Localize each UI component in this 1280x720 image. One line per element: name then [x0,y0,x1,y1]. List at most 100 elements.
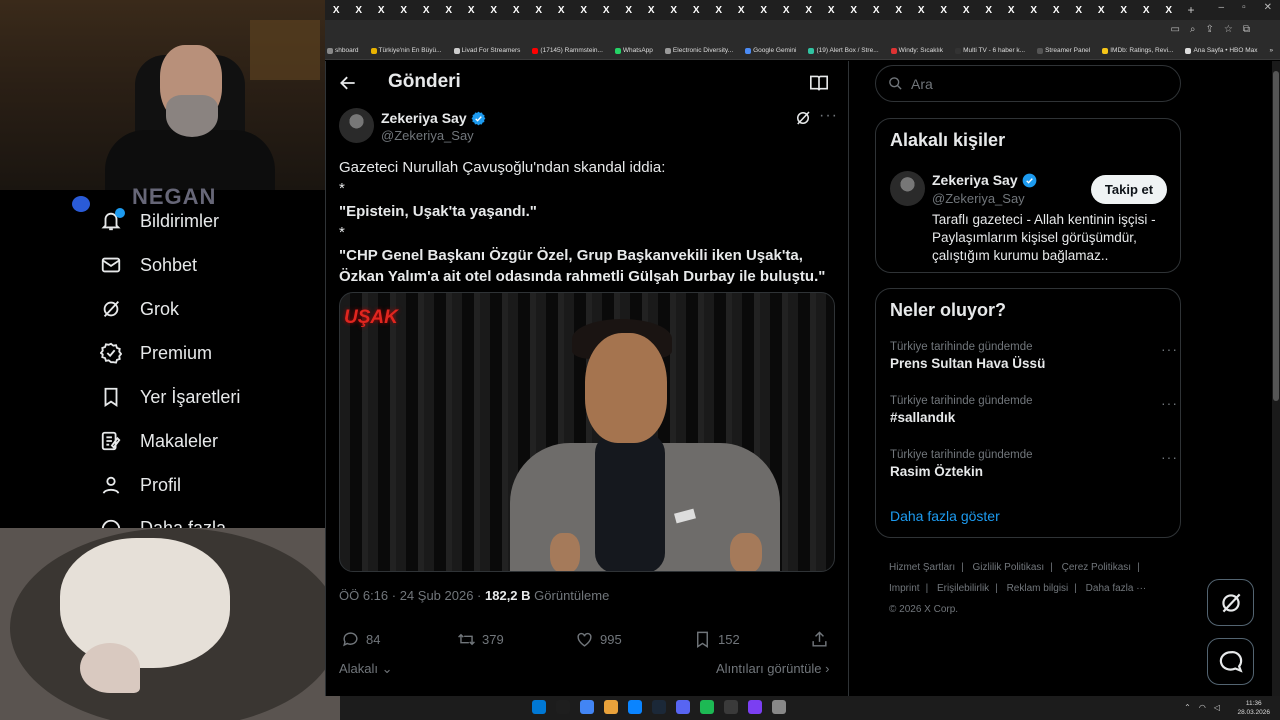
more-options-icon[interactable]: ··· [1161,449,1178,465]
tab-close-icon[interactable]: X [460,5,483,16]
nav-chat[interactable]: Sohbet [100,254,197,276]
bookmark-item[interactable]: Google Gemini [745,47,796,54]
install-icon[interactable]: ▭ [1170,24,1179,35]
footer-link[interactable]: Reklam bilgisi [1007,583,1069,594]
bookmark-item[interactable]: Windy: Sıcaklık [890,47,943,54]
bookmark-item[interactable]: IMDb: Ratings, Revi... [1102,47,1173,54]
tab-close-icon[interactable]: X [933,5,956,16]
taskbar-app-icon[interactable] [676,700,690,714]
footer-link[interactable]: Hizmet Şartları [889,562,955,573]
address-bar[interactable]: ▭ ⌕ ⇪ ☆ ⧉ [325,20,1280,42]
tab-close-icon[interactable]: X [1045,5,1068,16]
tab-close-icon[interactable]: X [595,5,618,16]
taskbar-app-icon[interactable] [724,700,738,714]
tab-close-icon[interactable]: X [438,5,461,16]
system-tray[interactable]: ⌃ ◠ ◁ [1184,703,1220,712]
tray-chevron-icon[interactable]: ⌃ [1184,703,1191,712]
bookmark-item[interactable]: Streamer Panel [1037,47,1090,54]
related-handle[interactable]: @Zekeriya_Say [932,191,1025,206]
bookmark-item[interactable]: shboard [327,47,359,54]
post-time[interactable]: ÖÖ 6:16 [339,588,388,603]
taskbar-app-icon[interactable] [628,700,642,714]
tab-close-icon[interactable]: X [843,5,866,16]
tab-close-icon[interactable]: X [348,5,371,16]
footer-link[interactable]: Erişilebilirlik [937,583,989,594]
tab-close-icon[interactable]: X [528,5,551,16]
tab-close-icon[interactable]: X [505,5,528,16]
tab-close-icon[interactable]: X [663,5,686,16]
tab-close-icon[interactable]: X [618,5,641,16]
tab-close-icon[interactable]: X [775,5,798,16]
more-options-icon[interactable]: ··· [1161,341,1178,357]
volume-icon[interactable]: ◁ [1214,703,1220,712]
share-button[interactable] [810,630,829,649]
bookmark-item[interactable]: WhatsApp [614,47,653,54]
tab-close-icon[interactable]: X [640,5,663,16]
view-quotes-link[interactable]: Alıntıları görüntüle › [716,661,829,676]
tab-close-icon[interactable]: X [483,5,506,16]
show-more-link[interactable]: Daha fazla göster [890,508,1000,524]
tab-close-icon[interactable]: X [1113,5,1136,16]
grok-floating-button[interactable] [1207,579,1254,626]
author-handle[interactable]: @Zekeriya_Say [381,128,474,143]
bookmark-item[interactable]: Türkiye'nin En Büyü... [370,47,442,54]
taskbar-app-icon[interactable] [604,700,618,714]
grok-icon[interactable] [794,109,812,127]
tab-close-icon[interactable]: X [1158,5,1181,16]
tab-close-icon[interactable]: X [370,5,393,16]
search-input[interactable]: Ara [875,65,1181,102]
related-avatar[interactable] [890,171,925,206]
tab-close-icon[interactable]: X [798,5,821,16]
extensions-icon[interactable]: ⧉ [1243,24,1250,35]
author-name[interactable]: Zekeriya Say [381,110,486,126]
taskbar-app-icon[interactable] [580,700,594,714]
bookmark-item[interactable]: Electronic Diversity... [664,47,733,54]
share-icon[interactable]: ⇪ [1206,24,1214,35]
tab-close-icon[interactable]: X [1023,5,1046,16]
tab-close-icon[interactable]: X [325,5,348,16]
bookmarks-overflow-button[interactable]: » [1270,47,1274,54]
wifi-icon[interactable]: ◠ [1199,703,1206,712]
trend-item[interactable]: Türkiye tarihinde gündemde #sallandık ··… [890,395,1177,425]
tab-close-icon[interactable]: X [708,5,731,16]
related-toggle[interactable]: Alakalı ⌄ [339,661,393,677]
taskbar-app-icon[interactable] [532,700,546,714]
tab-close-icon[interactable]: X [1068,5,1091,16]
taskbar-app-icon[interactable] [748,700,762,714]
more-options-icon[interactable]: ··· [1161,395,1178,411]
taskbar-app-icon[interactable] [700,700,714,714]
maximize-button[interactable]: ▫ [1242,2,1246,13]
tab-close-icon[interactable]: X [393,5,416,16]
tab-close-icon[interactable]: X [820,5,843,16]
back-arrow-icon[interactable] [338,73,358,93]
tab-close-icon[interactable]: X [1090,5,1113,16]
bookmark-item[interactable]: Ana Sayfa • HBO Max [1185,47,1258,54]
footer-link[interactable]: Gizlilik Politikası [973,562,1045,573]
zoom-icon[interactable]: ⌕ [1190,24,1196,35]
tab-close-icon[interactable]: X [1000,5,1023,16]
tab-close-icon[interactable]: X [753,5,776,16]
post-video[interactable]: UŞAK [339,292,835,572]
taskbar-app-icon[interactable] [556,700,570,714]
minimize-button[interactable]: – [1219,2,1225,13]
nav-more[interactable]: Daha fazla [100,518,226,528]
tab-close-icon[interactable]: X [573,5,596,16]
tab-close-icon[interactable]: X [730,5,753,16]
footer-link[interactable]: Imprint [889,583,920,594]
footer-link[interactable]: Çerez Politikası [1062,562,1131,573]
nav-articles[interactable]: Makaleler [100,430,218,452]
tab-close-icon[interactable]: X [978,5,1001,16]
follow-button[interactable]: Takip et [1091,175,1167,204]
bookmark-button[interactable]: 152 [693,630,740,649]
taskbar-app-icon[interactable] [772,700,786,714]
tab-close-icon[interactable]: X [955,5,978,16]
taskbar-app-icon[interactable] [652,700,666,714]
more-options-icon[interactable]: ··· [819,107,838,125]
taskbar-clock[interactable]: 11:36 28.03.2026 [1237,699,1270,717]
bookmark-item[interactable]: (19) Alert Box / Stre... [808,47,879,54]
trend-item[interactable]: Türkiye tarihinde gündemde Rasim Öztekin… [890,449,1177,479]
trend-item[interactable]: Türkiye tarihinde gündemde Prens Sultan … [890,341,1177,371]
bookmark-item[interactable]: (17145) Rammstein... [532,47,603,54]
new-tab-button[interactable]: + [1180,3,1202,17]
tab-close-icon[interactable]: X [910,5,933,16]
